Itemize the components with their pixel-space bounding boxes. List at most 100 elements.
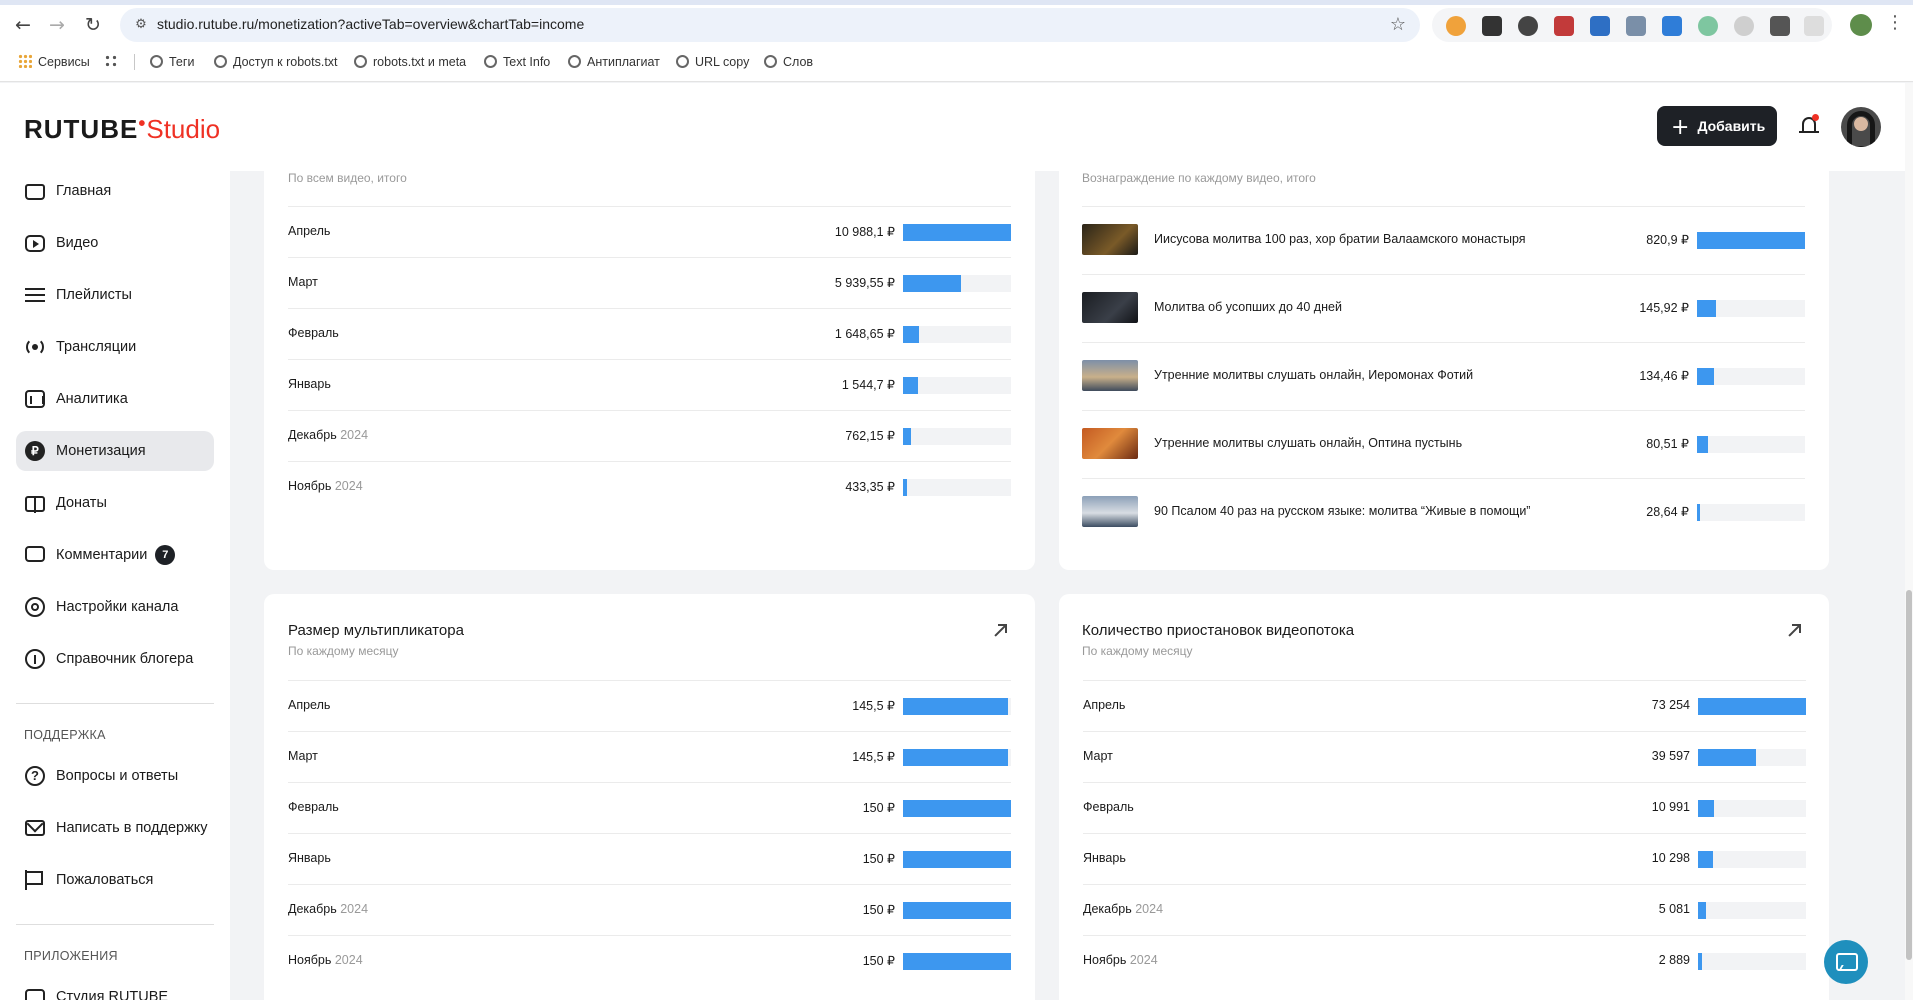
row-value: 145,92 ₽	[1639, 301, 1689, 315]
add-button[interactable]: + Добавить	[1657, 106, 1777, 146]
extension-icon[interactable]	[1554, 16, 1574, 36]
bookmark-robots-meta[interactable]: robots.txt и meta	[354, 50, 466, 74]
bookmark-robots-access[interactable]: Доступ к robots.txt	[214, 50, 338, 74]
extension-icon[interactable]	[1734, 16, 1754, 36]
bar-track	[1698, 902, 1806, 919]
page-scrollbar-thumb[interactable]	[1906, 590, 1912, 960]
bookmark-apps[interactable]	[104, 50, 124, 74]
sidebar-item-comments[interactable]: Комментарии 7	[16, 535, 214, 575]
reload-icon[interactable]: ↻	[80, 12, 106, 38]
extension-icon[interactable]	[1770, 16, 1790, 36]
video-thumbnail[interactable]	[1082, 292, 1138, 323]
bookmark-star-icon[interactable]: ☆	[1390, 14, 1406, 35]
url-text[interactable]: studio.rutube.ru/monetization?activeTab=…	[157, 16, 584, 32]
bar-track	[1697, 368, 1805, 385]
bookmark-url-copy[interactable]: URL copy	[676, 50, 749, 74]
table-row: Апрель 73 254	[1083, 680, 1806, 731]
bar-track	[1697, 436, 1805, 453]
month-label: Февраль	[288, 800, 339, 814]
expand-icon[interactable]	[992, 624, 1007, 638]
video-row[interactable]: 90 Псалом 40 раз на русском языке: молит…	[1082, 478, 1805, 546]
video-title[interactable]: Утренние молитвы слушать онлайн, Иеромон…	[1154, 368, 1473, 382]
bookmark-services[interactable]: Сервисы	[18, 50, 90, 74]
extension-icon[interactable]	[1482, 16, 1502, 36]
row-value: 73 254	[1651, 698, 1690, 712]
row-value: 150 ₽	[862, 954, 895, 968]
video-row[interactable]: Молитва об усопших до 40 дней 145,92 ₽	[1082, 274, 1805, 342]
bar-track	[903, 275, 1011, 292]
video-title[interactable]: Молитва об усопших до 40 дней	[1154, 300, 1342, 314]
video-title[interactable]: Иисусова молитва 100 раз, хор братии Вал…	[1154, 232, 1526, 246]
address-bar[interactable]: ⚙ studio.rutube.ru/monetization?activeTa…	[120, 8, 1420, 42]
globe-icon	[764, 55, 777, 68]
video-thumbnail[interactable]	[1082, 360, 1138, 391]
info-icon	[25, 649, 45, 669]
row-value: 39 597	[1651, 749, 1690, 763]
download-extension-icon[interactable]	[1662, 16, 1682, 36]
bar-track	[903, 953, 1011, 970]
bar-fill	[1697, 436, 1708, 453]
video-thumbnail[interactable]	[1082, 496, 1138, 527]
back-icon[interactable]: ←	[10, 12, 36, 38]
sidebar-item-write-support[interactable]: Написать в поддержку	[16, 808, 214, 848]
rutube-studio-logo[interactable]: RUTUBE•Studio	[24, 113, 220, 144]
playlist-icon	[25, 288, 45, 302]
studio-app-icon	[25, 989, 45, 1000]
bookmark-antiplagiat[interactable]: Антиплагиат	[568, 50, 660, 74]
month-label: Февраль	[288, 326, 339, 340]
table-row: Декабрь 2024 762,15 ₽	[288, 410, 1011, 461]
video-row[interactable]: Утренние молитвы слушать онлайн, Оптина …	[1082, 410, 1805, 478]
expand-icon[interactable]	[1786, 624, 1801, 638]
sidebar-item-donations[interactable]: Донаты	[16, 483, 214, 523]
site-info-icon[interactable]: ⚙	[132, 16, 150, 34]
sidebar-item-channel-settings[interactable]: Настройки канала	[16, 587, 214, 627]
video-title[interactable]: 90 Псалом 40 раз на русском языке: молит…	[1154, 504, 1530, 518]
table-row: Апрель 10 988,1 ₽	[288, 206, 1011, 257]
bar-track	[903, 479, 1011, 496]
bookmark-tags[interactable]: Теги	[150, 50, 194, 74]
bar-fill	[1697, 232, 1805, 249]
sidebar: Главная Видео Плейлисты Трансляции Анали…	[0, 171, 230, 1000]
table-row: Февраль 1 648,65 ₽	[288, 308, 1011, 359]
extension-icon[interactable]	[1446, 16, 1466, 36]
bar-fill	[903, 800, 1011, 817]
sidebar-item-monetization[interactable]: ₽ Монетизация	[16, 431, 214, 471]
browser-menu-icon[interactable]: ⋮	[1886, 12, 1904, 33]
month-name: Ноябрь	[1083, 953, 1127, 967]
proxy-extension-icon[interactable]	[1590, 16, 1610, 36]
row-value: 145,5 ₽	[852, 699, 895, 713]
video-title[interactable]: Утренние молитвы слушать онлайн, Оптина …	[1154, 436, 1462, 450]
sidebar-item-broadcasts[interactable]: Трансляции	[16, 327, 214, 367]
video-icon	[25, 235, 45, 252]
video-row[interactable]: Иисусова молитва 100 раз, хор братии Вал…	[1082, 206, 1805, 274]
sidebar-item-blogger-guide[interactable]: Справочник блогера	[16, 639, 214, 679]
notifications-bell-icon[interactable]	[1797, 113, 1823, 139]
sidebar-item-home[interactable]: Главная	[16, 171, 214, 211]
row-value: 5 939,55 ₽	[834, 276, 895, 290]
extension-icon[interactable]	[1698, 16, 1718, 36]
sidebar-item-report[interactable]: Пожаловаться	[16, 860, 214, 900]
bar-fill	[1698, 749, 1756, 766]
video-thumbnail[interactable]	[1082, 428, 1138, 459]
extension-icon[interactable]	[1626, 16, 1646, 36]
apps-grid-icon	[18, 54, 32, 68]
support-chat-button[interactable]	[1824, 940, 1868, 984]
sidebar-item-faq[interactable]: Вопросы и ответы	[16, 756, 214, 796]
forward-icon[interactable]: →	[44, 12, 70, 38]
user-avatar[interactable]	[1841, 107, 1881, 147]
table-row: Январь 150 ₽	[288, 833, 1011, 884]
sidebar-item-studio-app[interactable]: Студия RUTUBE	[16, 977, 214, 1000]
video-row[interactable]: Утренние молитвы слушать онлайн, Иеромон…	[1082, 342, 1805, 410]
extension-icon[interactable]	[1518, 16, 1538, 36]
extensions-menu-icon[interactable]	[1804, 16, 1824, 36]
browser-profile-avatar[interactable]	[1850, 14, 1872, 36]
globe-icon	[214, 55, 227, 68]
mail-icon	[25, 820, 45, 836]
sidebar-item-playlists[interactable]: Плейлисты	[16, 275, 214, 315]
sidebar-item-analytics[interactable]: Аналитика	[16, 379, 214, 419]
bookmark-slov[interactable]: Слов	[764, 50, 813, 74]
sidebar-item-video[interactable]: Видео	[16, 223, 214, 263]
month-label: Апрель	[288, 698, 330, 712]
video-thumbnail[interactable]	[1082, 224, 1138, 255]
bookmark-text-info[interactable]: Text Info	[484, 50, 550, 74]
